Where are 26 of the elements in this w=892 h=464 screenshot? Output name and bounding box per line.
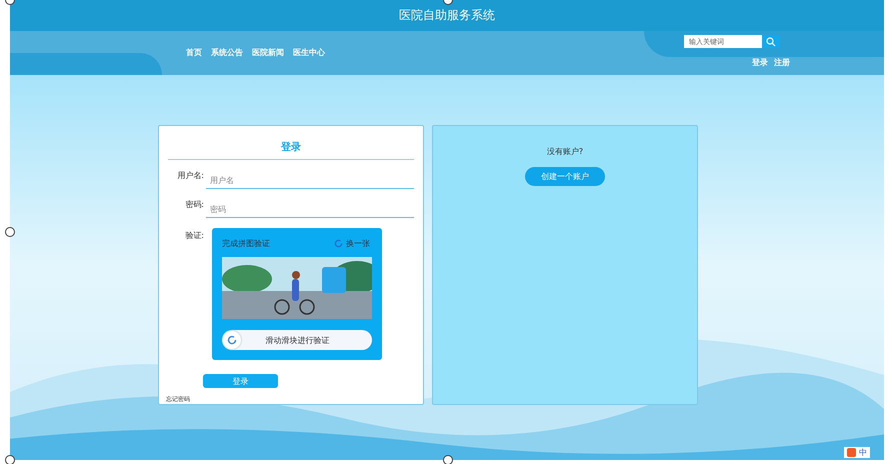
auth-link[interactable]: 登录	[752, 57, 768, 68]
auth-link[interactable]: 注册	[774, 57, 790, 68]
search-icon	[766, 36, 776, 46]
nav-link[interactable]: 首页	[186, 47, 202, 58]
resize-handle[interactable]	[5, 455, 15, 464]
ime-logo-icon	[847, 448, 856, 457]
nav-link[interactable]: 医生中心	[293, 47, 325, 58]
login-title: 登录	[168, 126, 414, 160]
nav-link[interactable]: 医院新闻	[252, 47, 284, 58]
slider-handle[interactable]	[223, 331, 241, 349]
login-button[interactable]: 登录	[203, 374, 278, 388]
nav-link[interactable]: 系统公告	[211, 47, 243, 58]
ime-mode[interactable]: 中	[859, 447, 867, 458]
site-title: 医院自助服务系统	[399, 7, 495, 24]
field-label: 密码:	[184, 199, 204, 210]
resize-handle[interactable]	[5, 227, 15, 237]
refresh-link[interactable]: 换一张	[334, 238, 370, 249]
captcha-title: 完成拼图验证	[222, 238, 270, 249]
field-label: 用户名:	[176, 170, 204, 181]
register-prompt: 没有账户?	[546, 146, 584, 157]
refresh-icon	[227, 335, 237, 345]
slider-hint: 滑动滑块进行验证	[264, 334, 330, 346]
field-label: 验证:	[184, 230, 204, 241]
create-account-button[interactable]: 创建一个账户	[525, 167, 605, 186]
search-button[interactable]	[762, 35, 780, 48]
refresh-icon	[334, 239, 343, 248]
